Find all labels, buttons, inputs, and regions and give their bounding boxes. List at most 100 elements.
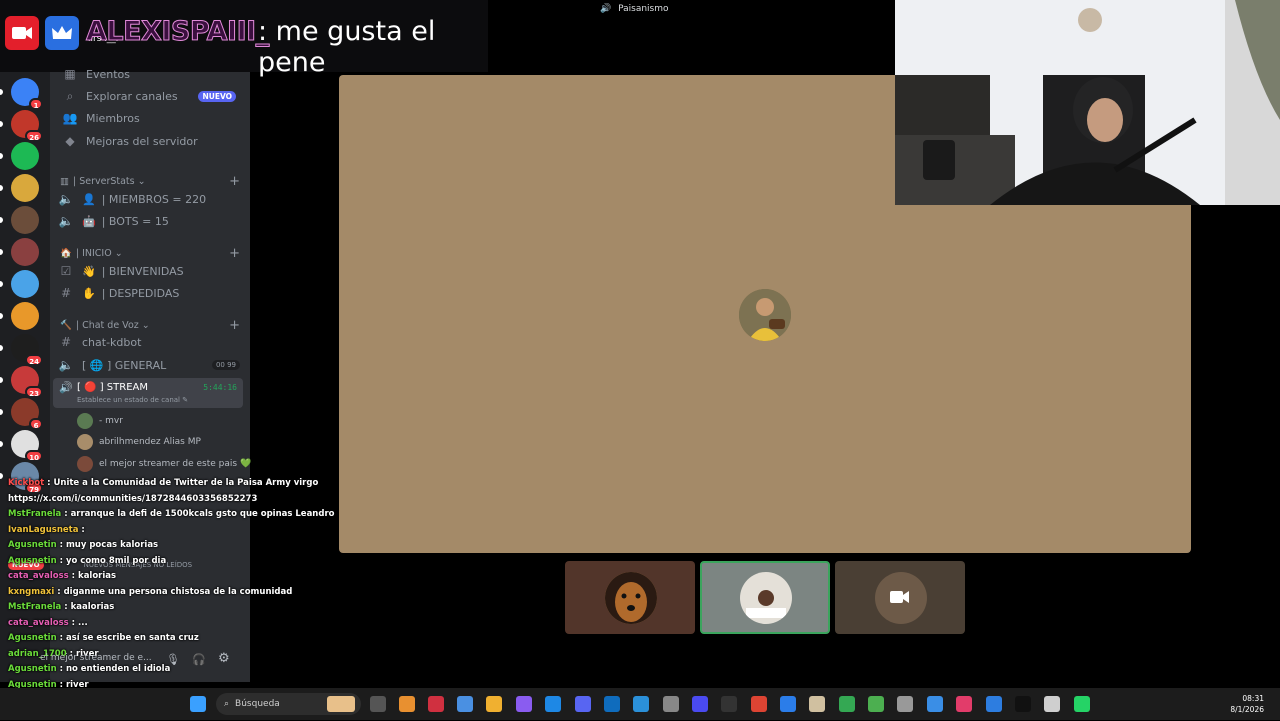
add-channel-icon[interactable]: + [229,174,240,189]
channel-despedidas[interactable]: # ✋ | DESPEDIDAS [54,282,240,304]
taskbar-app-icon[interactable] [956,696,972,712]
taskbar-app-icon[interactable] [927,696,943,712]
taskbar-app-icon[interactable] [897,696,913,712]
taskbar-app-icon[interactable] [809,696,825,712]
server-icon[interactable]: 26 [11,110,43,142]
server-icon[interactable] [11,238,39,266]
taskbar-app-icon[interactable] [604,696,620,712]
sidebar-item-explorar[interactable]: ⌕ Explorar canales NUEVO [58,85,244,107]
speaker-icon: 🔈 [58,192,74,206]
server-icon[interactable]: 10 [11,430,43,462]
taskbar-app-icon[interactable] [327,696,355,712]
user-panel: el mejor streamer de e... 🎙 🎧 ⚙ [0,646,250,682]
sidebar-item-eventos[interactable]: ▦ Eventos [58,63,244,85]
taskbar-app-icon[interactable] [780,696,796,712]
hand-icon: ✋ [82,286,96,300]
taskbar-app-icon[interactable] [751,696,767,712]
channel-general[interactable]: 🔈 [ 🌐 ] GENERAL 00 99 [54,354,240,376]
chat-text: : kalorias [68,571,117,581]
channel-bots-count[interactable]: 🔈 🤖 | BOTS = 15 [54,210,240,232]
system-clock[interactable]: 08:31 8/1/2026 [1230,693,1264,715]
browse-icon: ⌕ [66,88,74,103]
sidebar-item-mejoras[interactable]: ◆ Mejoras del servidor [58,130,244,152]
server-icon[interactable] [11,206,39,234]
taskbar-app-icon[interactable] [457,696,473,712]
taskbar-app-icon[interactable] [633,696,649,712]
taskbar-app-icon[interactable] [575,696,591,712]
server-icon[interactable] [11,270,39,298]
mention-badge: 26 [25,130,43,142]
taskbar-app-icon[interactable] [516,696,532,712]
taskbar-app-icon[interactable] [370,696,386,712]
sidebar-item-label: Explorar canales [86,89,178,103]
taskbar-app-icon[interactable] [1015,696,1031,712]
headphones-icon[interactable]: 🎧 [192,653,206,666]
add-channel-icon[interactable]: + [229,246,240,261]
clock-time: 08:31 [1242,694,1264,703]
new-badge: NUEVO [198,90,236,102]
chat-text: : diganme una persona chistosa de la com… [54,586,293,597]
chat-message: cata_avaloss : ... [8,618,88,628]
taskbar-app-icon[interactable] [1044,696,1060,712]
mention-badge: 1 [29,98,43,110]
windows-start-icon[interactable] [190,696,206,712]
chat-message: IvanLagusneta : [8,525,85,535]
stream-timer: 5:44:16 [203,383,237,392]
chat-text: : muy pocas kalorias [56,540,159,550]
participant-tile[interactable] [565,561,695,634]
channel-miembros-count[interactable]: 🔈 👤 | MIEMBROS = 220 [54,188,240,210]
channel-chat-kdbot[interactable]: # chat-kdbot [54,331,240,353]
taskbar-app-icon[interactable] [721,696,737,712]
server-icon[interactable] [11,302,39,330]
server-icon[interactable] [11,142,39,170]
avatar [740,572,792,624]
channel-status[interactable]: Establece un estado de canal ✎ [77,396,188,404]
camera-icon [5,16,39,50]
chat-username: MstFranela [8,509,62,519]
taskbar-app-icon[interactable] [986,696,1002,712]
server-icon[interactable]: 24 [11,334,43,366]
taskbar-app-icon[interactable] [1074,696,1090,712]
taskbar-app-icon[interactable] [486,696,502,712]
server-icon[interactable]: 23 [11,366,43,398]
mention-badge: 24 [25,354,43,366]
category-inicio[interactable]: 🏠 | INICIO ⌄ + [60,246,240,261]
member-icon: 👤 [82,192,96,206]
server-icon[interactable] [11,174,39,202]
avatar[interactable] [739,289,791,341]
taskbar-app-icon[interactable] [428,696,444,712]
taskbar-app-icon[interactable] [545,696,561,712]
chat-text: : yo como 8mil por dia [56,555,167,566]
taskbar-app-icon[interactable] [692,696,708,712]
server-icon[interactable]: 1 [11,78,43,110]
participant-tile-speaking[interactable] [700,561,830,634]
chat-text: https://x.com/i/communities/187284460335… [8,493,258,504]
channel-bienvenidas[interactable]: ☑ 👋 | BIENVENIDAS [54,260,240,282]
chat-username: Agusnetin [8,633,57,643]
taskbar-app-icon[interactable] [399,696,415,712]
sidebar-item-miembros[interactable]: 👥 Miembros [58,107,244,129]
server-icon[interactable]: 6 [11,398,43,430]
mention-badge: 10 [25,450,43,462]
hash-icon: # [60,286,72,300]
microphone-icon[interactable]: 🎙 [166,653,180,666]
participant-tile-camera[interactable] [835,561,965,634]
chat-username: Agusnetin [8,540,57,550]
voice-user[interactable]: - mvr [77,413,123,429]
chat-username: cata_avaloss [8,571,69,581]
category-serverstats[interactable]: ▥ | ServerStats ⌄ + [60,174,240,189]
stream-chat-overlay: Kickbot : Unite a la Comunidad de Twitte… [0,476,334,721]
speaker-icon: 🔈 [58,358,74,372]
channel-label: | DESPEDIDAS [101,286,180,300]
taskbar-app-icon[interactable] [868,696,884,712]
webcam-feed [895,0,1280,205]
voice-user[interactable]: el mejor streamer de este pais 💚 [77,456,251,472]
gear-icon[interactable]: ⚙ [218,651,230,666]
channel-stream[interactable]: 🔊 [ 🔴 ] STREAM 5:44:16 Establece un esta… [53,378,243,408]
speaker-icon: 🔈 [58,214,74,228]
taskbar-app-icon[interactable] [663,696,679,712]
taskbar-app-icon[interactable] [839,696,855,712]
voice-user[interactable]: abrilhmendez Alias MP [77,434,201,450]
channel-label: chat-kdbot [82,335,142,349]
chat-text: : arranque la defi de 1500kcals gsto que… [61,509,335,519]
